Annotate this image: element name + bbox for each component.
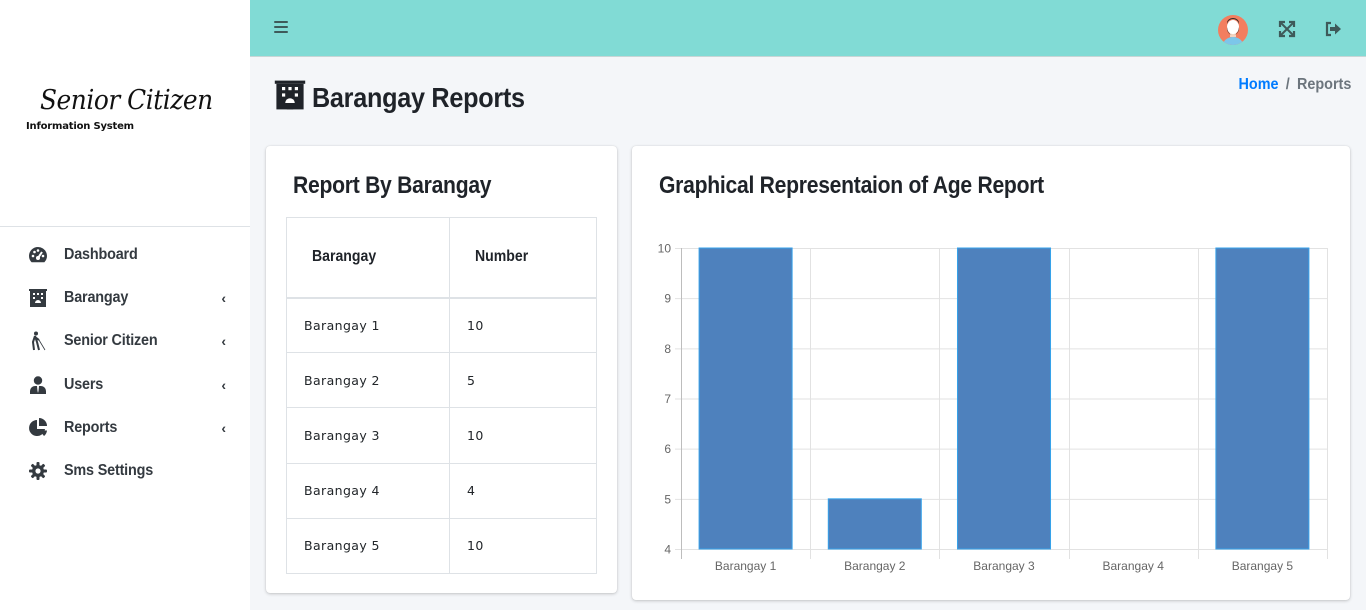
bar [956, 247, 1052, 550]
sidebar-nav: Dashboard Barangay ‹ Senior Citizen ‹ Us… [0, 233, 250, 493]
sidebar: Senior Citizen Information System Dashbo… [0, 0, 250, 610]
sidebar-item-dashboard[interactable]: Dashboard [0, 233, 250, 276]
chevron-left-icon: ‹ [221, 419, 226, 436]
expand-icon[interactable] [1278, 20, 1296, 38]
number-cell: 10 [449, 296, 597, 354]
sidebar-item-label: Reports [64, 418, 118, 436]
page-title: Barangay Reports [274, 80, 548, 115]
card-title: Report By Barangay [293, 172, 492, 199]
sidebar-item-label: Users [64, 375, 104, 393]
bar [698, 247, 793, 550]
table-header-row: Barangay Number [286, 217, 597, 299]
building-icon [27, 287, 49, 309]
chevron-left-icon: ‹ [221, 333, 226, 350]
bar [827, 498, 922, 550]
table-row: Barangay 1 10 [286, 296, 597, 354]
y-tick-label: 9 [664, 292, 671, 306]
brand-logo[interactable]: Senior Citizen Information System [0, 0, 250, 227]
sidebar-item-users[interactable]: Users ‹ [0, 363, 250, 406]
report-table: Barangay Number Barangay 1 10 Barangay 25B… [286, 217, 597, 574]
breadcrumb-home-link[interactable]: Home [1238, 76, 1278, 93]
table-row: Barangay 5 10 [286, 517, 597, 574]
y-tick-label: 5 [664, 492, 671, 506]
sidebar-item-label: Barangay [64, 288, 129, 306]
number-cell: 4 [449, 462, 597, 519]
number-cell: 10 [449, 517, 597, 574]
sign-out-icon[interactable] [1324, 20, 1342, 38]
logo-subtitle: Information System [26, 121, 134, 132]
tachometer-icon [27, 244, 49, 266]
barangay-cell: Barangay 2 [286, 352, 450, 409]
chevron-left-icon: ‹ [221, 376, 226, 393]
y-tick-label: 8 [664, 342, 671, 356]
hamburger-icon[interactable] [274, 21, 288, 35]
bar [1215, 247, 1310, 550]
sidebar-item-sms-settings[interactable]: Sms Settings [0, 449, 250, 492]
x-tick-label: Barangay 2 [844, 559, 906, 573]
bar-chart: 4 5 6 7 8 9 10 Barangay 1 Barangay 2 Barangay 3 Ba… [658, 242, 1328, 573]
breadcrumb-separator: / [1285, 76, 1290, 93]
report-table-card: Report By Barangay Barangay Number Baran… [266, 146, 617, 593]
barangay-cell: Barangay 4 [286, 462, 450, 519]
x-tick-label: Barangay 4 [1103, 559, 1165, 573]
barangay-cell: Barangay 1 [286, 296, 450, 354]
age-report-chart-card: Graphical Representaion of Age Report 45… [632, 146, 1350, 600]
sidebar-item-reports[interactable]: Reports ‹ [0, 406, 250, 449]
sidebar-item-label: Dashboard [64, 245, 138, 263]
sidebar-item-barangay[interactable]: Barangay ‹ [0, 276, 250, 319]
page-title-text: Barangay Reports [312, 81, 525, 113]
pie-chart-icon [27, 417, 49, 439]
building-icon [274, 80, 306, 115]
y-tick-label: 7 [664, 392, 671, 406]
top-navbar [250, 0, 1366, 57]
user-avatar[interactable] [1218, 15, 1248, 45]
barangay-cell: Barangay 3 [286, 407, 450, 464]
column-header: Number [449, 217, 597, 299]
y-tick-label: 10 [658, 242, 672, 256]
y-tick-label: 6 [664, 442, 671, 456]
logo-title: Senior Citizen [40, 85, 213, 116]
sidebar-item-label: Sms Settings [64, 462, 154, 480]
breadcrumb-current: Reports [1296, 76, 1351, 93]
table-row: Barangay 44 [286, 462, 597, 519]
chevron-left-icon: ‹ [221, 289, 226, 306]
table-row: Barangay 25 [286, 352, 597, 409]
sidebar-item-label: Senior Citizen [64, 332, 158, 350]
barangay-cell: Barangay 5 [286, 517, 450, 574]
table-row: Barangay 3 10 [286, 407, 597, 464]
x-tick-label: Barangay 3 [973, 559, 1035, 573]
gear-icon [27, 460, 49, 482]
x-tick-label: Barangay 5 [1232, 559, 1294, 573]
number-cell: 5 [449, 352, 597, 409]
sidebar-item-senior-citizen[interactable]: Senior Citizen ‹ [0, 320, 250, 363]
number-cell: 10 [449, 407, 597, 464]
breadcrumb: Home / Reports [1238, 76, 1351, 94]
column-header: Barangay [286, 217, 450, 299]
x-tick-label: Barangay 1 [715, 559, 777, 573]
blind-person-icon [27, 330, 49, 352]
y-tick-label: 4 [664, 543, 671, 557]
user-tie-icon [27, 374, 49, 396]
